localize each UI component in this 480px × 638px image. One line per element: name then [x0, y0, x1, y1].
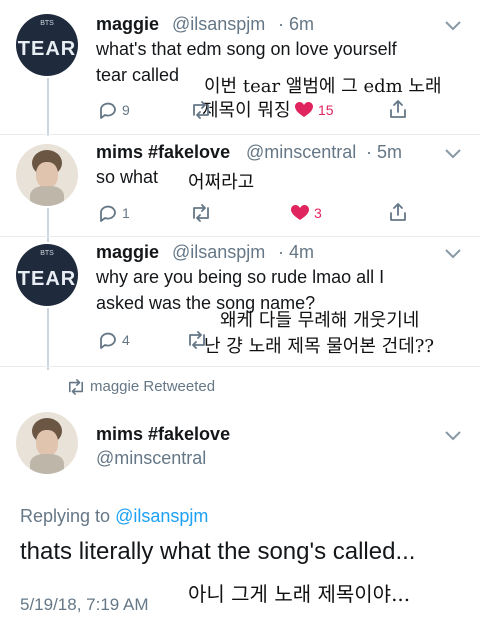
tweet-text-line: so what — [96, 167, 159, 187]
retweet-banner[interactable]: maggie Retweeted — [66, 378, 215, 395]
avatar[interactable] — [16, 144, 78, 206]
chevron-down-icon[interactable] — [444, 20, 462, 32]
tweet-text-line: tear called — [96, 65, 180, 85]
reply-count: 9 — [122, 102, 130, 118]
share-action[interactable] — [388, 99, 408, 119]
replying-handle[interactable]: @ilsanspjm — [115, 506, 208, 526]
like-count: 3 — [314, 205, 322, 221]
display-name[interactable]: mims #fakelove — [96, 142, 230, 163]
avatar[interactable]: BTS TEAR — [16, 244, 78, 306]
retweet-icon — [68, 378, 84, 395]
handle[interactable]: @ilsanspjm — [172, 242, 265, 263]
retweet-action[interactable] — [190, 101, 216, 119]
tweet-time[interactable]: · 6m — [278, 14, 314, 35]
chevron-down-icon[interactable] — [444, 430, 462, 442]
avatar-small-label: BTS — [40, 250, 54, 257]
like-count: 15 — [318, 102, 334, 118]
avatar[interactable] — [16, 412, 78, 474]
retweet-action[interactable] — [190, 204, 216, 222]
avatar[interactable]: BTS TEAR — [16, 14, 78, 76]
translation-line: 아니 그게 노래 제목이야... — [188, 582, 411, 606]
translation-line: 왜케 다들 무례해 개웃기네 — [220, 310, 420, 331]
replying-to: Replying to @ilsanspjm — [20, 506, 208, 527]
retweet-icon — [193, 204, 209, 222]
avatar-label: TEAR — [17, 268, 77, 290]
thread-line — [47, 308, 49, 370]
reply-icon — [100, 332, 116, 349]
display-name[interactable]: mims #fakelove — [96, 424, 230, 445]
divider — [0, 236, 480, 237]
main-tweet-text: thats literally what the song's called..… — [20, 538, 416, 565]
reply-icon — [100, 205, 116, 222]
replying-label: Replying to — [20, 506, 111, 526]
thread-line — [47, 78, 49, 136]
reply-count: 4 — [122, 332, 130, 348]
share-action[interactable] — [388, 202, 408, 222]
tweet-time[interactable]: · 5m — [366, 142, 402, 163]
like-icon — [295, 102, 313, 117]
avatar-small-label: BTS — [40, 20, 54, 27]
tweet-timestamp[interactable]: 5/19/18, 7:19 AM — [20, 595, 149, 615]
tweet-time[interactable]: · 4m — [278, 242, 314, 263]
handle[interactable]: @minscentral — [246, 142, 356, 163]
reply-action[interactable]: 4 — [98, 330, 130, 350]
retweet-banner-label: maggie Retweeted — [90, 378, 216, 395]
like-action[interactable]: 15 — [294, 101, 334, 119]
reply-icon — [100, 102, 116, 119]
avatar-label: TEAR — [17, 38, 77, 60]
chevron-down-icon[interactable] — [444, 248, 462, 260]
translation-line: 어쩌라고 — [188, 172, 255, 193]
reply-action[interactable]: 1 — [98, 203, 130, 223]
translation-line: 이번 tear 앨범에 그 edm 노래 — [204, 76, 442, 97]
share-icon — [390, 203, 406, 221]
retweet-icon — [193, 101, 209, 119]
like-action[interactable]: 3 — [290, 204, 322, 222]
retweet-icon — [189, 331, 205, 349]
display-name[interactable]: maggie — [96, 242, 159, 263]
share-icon — [390, 100, 406, 118]
divider — [0, 134, 480, 135]
handle[interactable]: @ilsanspjm — [172, 14, 265, 35]
like-icon — [291, 205, 309, 220]
display-name[interactable]: maggie — [96, 14, 159, 35]
tweet-text-line: what's that edm song on love yourself — [96, 39, 397, 59]
retweet-action[interactable] — [186, 331, 212, 349]
reply-action[interactable]: 9 — [98, 100, 130, 120]
handle[interactable]: @minscentral — [96, 448, 206, 469]
reply-count: 1 — [122, 205, 130, 221]
divider — [0, 366, 480, 367]
chevron-down-icon[interactable] — [444, 148, 462, 160]
tweet-text-line: why are you being so rude lmao all I — [96, 267, 385, 287]
translation-line: 난 걍 노래 제목 물어본 건데?? — [204, 336, 435, 357]
